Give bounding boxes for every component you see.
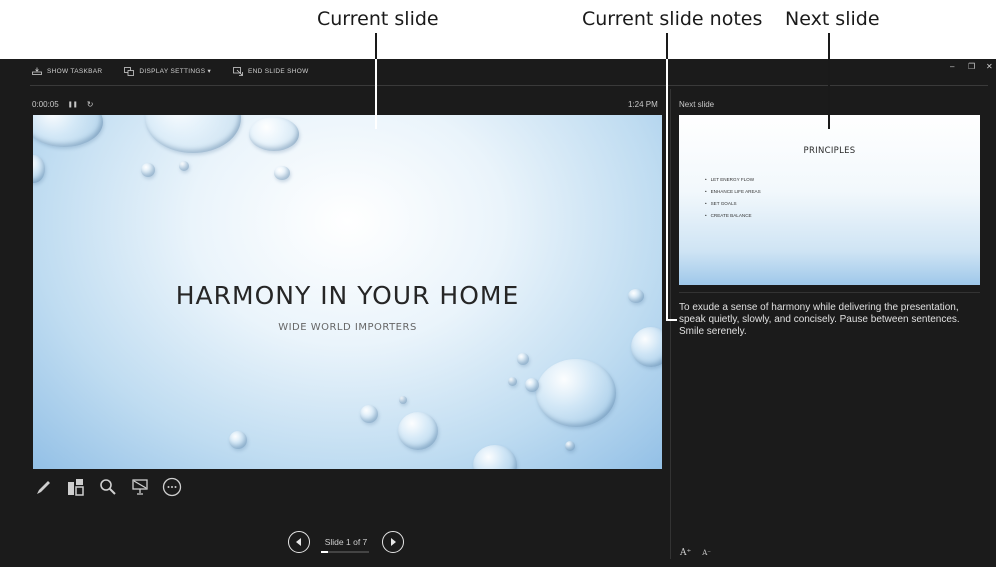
annotated-screenshot: Current slide Current slide notes Next s… (0, 0, 996, 567)
water-drop (33, 155, 45, 183)
arrow-left-icon (296, 538, 301, 546)
slide-progress-bar (321, 551, 369, 553)
show-taskbar-button[interactable]: SHOW TASKBAR (32, 67, 102, 75)
minimize-button[interactable]: – (950, 62, 954, 71)
water-drop (525, 378, 539, 392)
slide-progress-fill (321, 551, 328, 553)
presenter-toolbar: SHOW TASKBAR DISPLAY SETTINGS ▾ END SLID… (0, 59, 996, 83)
next-slide-bullets: LET ENERGY FLOW ENHANCE LIFE AREAS SET G… (705, 177, 761, 225)
water-drop (508, 377, 517, 386)
end-slide-show-button[interactable]: END SLIDE SHOW (233, 66, 309, 76)
see-all-slides-icon[interactable] (66, 477, 86, 497)
next-slide-title: PRINCIPLES (803, 146, 856, 156)
water-drop (33, 115, 103, 147)
water-drop (145, 115, 241, 153)
water-drop (517, 353, 529, 365)
font-size-controls: A⁺ A⁻ (680, 548, 722, 558)
previous-slide-button[interactable] (288, 531, 310, 553)
display-settings-label: DISPLAY SETTINGS ▾ (139, 68, 212, 75)
toolbar-divider (30, 85, 988, 86)
pane-divider (670, 89, 671, 559)
notes-divider (679, 292, 980, 293)
water-drop (229, 431, 247, 449)
next-slide-bullet: CREATE BALANCE (705, 213, 761, 218)
water-drop (179, 161, 189, 171)
water-drop (473, 445, 517, 469)
end-show-icon (233, 66, 243, 76)
display-settings-icon (124, 66, 135, 76)
callout-line-notes-elbow (666, 319, 677, 321)
pen-tool-icon[interactable] (34, 477, 54, 497)
slide-subtitle: WIDE WORLD IMPORTERS (278, 322, 417, 333)
current-slide[interactable]: HARMONY IN YOUR HOME WIDE WORLD IMPORTER… (33, 115, 662, 469)
next-slide-bullet: SET GOALS (705, 201, 761, 206)
slide-counter[interactable]: Slide 1 of 7 (320, 537, 372, 553)
close-button[interactable]: ✕ (986, 62, 993, 71)
callout-line-next-slide-top (828, 33, 830, 59)
end-slide-show-label: END SLIDE SHOW (248, 67, 309, 75)
callout-line-current-slide (375, 59, 377, 129)
water-drop (399, 396, 407, 404)
callout-line-next-slide (828, 59, 830, 129)
presenter-view: SHOW TASKBAR DISPLAY SETTINGS ▾ END SLID… (0, 59, 996, 567)
callout-line-notes (666, 59, 668, 321)
black-screen-icon[interactable] (130, 477, 150, 497)
water-drop (249, 117, 299, 151)
next-slide-label: Next slide (679, 100, 715, 109)
speaker-notes[interactable]: To exude a sense of harmony while delive… (679, 302, 979, 338)
slide-title: HARMONY IN YOUR HOME (175, 281, 520, 310)
water-drop (360, 405, 378, 423)
callout-line-notes-top (666, 33, 668, 59)
taskbar-icon (32, 67, 42, 75)
decrease-font-button[interactable]: A⁻ (702, 549, 711, 558)
callout-current-slide-notes: Current slide notes (582, 8, 763, 30)
increase-font-button[interactable]: A⁺ (680, 548, 691, 558)
callout-next-slide: Next slide (785, 8, 880, 30)
callout-current-slide: Current slide (317, 8, 439, 30)
water-drop (274, 166, 290, 180)
water-drop (398, 412, 438, 450)
water-drop (631, 327, 662, 367)
water-drop (141, 163, 155, 177)
slide-counter-label: Slide 1 of 7 (324, 537, 368, 547)
elapsed-time: 0:00:05 (32, 100, 59, 109)
water-drop (565, 441, 575, 451)
callout-line-current-slide-top (375, 33, 377, 59)
restore-button[interactable]: ❐ (968, 62, 975, 71)
pause-timer-icon[interactable]: ❚❚ (68, 101, 78, 108)
arrow-right-icon (391, 538, 396, 546)
show-taskbar-label: SHOW TASKBAR (47, 67, 103, 75)
next-slide-bullet: LET ENERGY FLOW (705, 177, 761, 182)
timer: 0:00:05 ❚❚ ↻ (32, 100, 102, 109)
zoom-icon[interactable] (98, 477, 118, 497)
next-slide-preview[interactable]: PRINCIPLES LET ENERGY FLOW ENHANCE LIFE … (679, 115, 980, 285)
next-slide-button[interactable] (382, 531, 404, 553)
slide-tools (34, 477, 194, 497)
more-options-icon[interactable] (162, 477, 182, 497)
next-slide-bullet: ENHANCE LIFE AREAS (705, 189, 761, 194)
restart-timer-icon[interactable]: ↻ (87, 100, 94, 109)
display-settings-button[interactable]: DISPLAY SETTINGS ▾ (124, 66, 212, 76)
current-time: 1:24 PM (628, 100, 658, 109)
water-drop (536, 359, 616, 427)
slide-navigation: Slide 1 of 7 (288, 531, 404, 553)
